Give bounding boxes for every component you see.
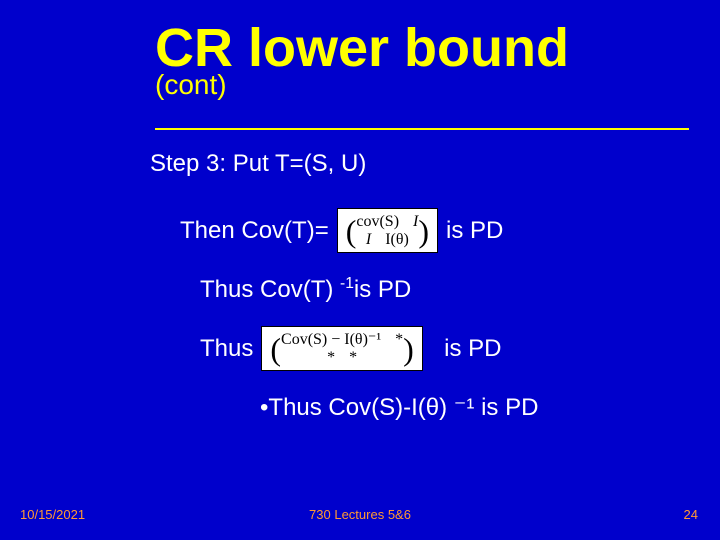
slide: CR lower bound (cont) Step 3: Put T=(S, … [0,0,720,540]
m1-r2c2: I(θ) [385,231,409,249]
bullet-line: •Thus Cov(S)-I(θ) ⁻¹ is PD [260,393,690,422]
footer-page-number: 24 [684,507,698,522]
thus2-prefix: Thus [200,335,253,363]
body-content: Step 3: Put T=(S, U) Then Cov(T)= ( cov(… [150,150,690,444]
step-text: Step 3: Put T=(S, U) [150,150,366,178]
then-prefix: Then Cov(T)= [180,217,329,245]
is-pd-1: is PD [446,217,503,245]
title-underline [155,128,689,130]
title-block: CR lower bound (cont) [155,20,695,99]
footer-center: 730 Lectures 5&6 [0,507,720,522]
thus2-line: Thus ( Cov(S) − I(θ)⁻¹ * * * ) [200,326,690,371]
m2-r1c1: Cov(S) − I(θ)⁻¹ [281,331,381,349]
m1-r2c1: I [366,231,371,249]
thus1-prefix: Thus Cov(T) [200,276,333,304]
thus1-exp: -1 [333,275,354,304]
matrix-2: ( Cov(S) − I(θ)⁻¹ * * * ) [261,326,422,371]
m1-r1c1: cov(S) [356,213,399,231]
matrix-1: ( cov(S) I I I(θ) ) [337,208,438,253]
m2-r1c2: * [395,331,403,349]
m2-r2c1: * [327,349,335,367]
then-line: Then Cov(T)= ( cov(S) I I I(θ) ) [180,208,690,253]
title-line1: CR lower bound [155,20,695,77]
is-pd-2: is PD [444,335,501,363]
m2-r2c2: * [349,349,357,367]
bullet-text: •Thus Cov(S)-I(θ) ⁻¹ is PD [260,393,538,422]
thus1-suffix: is PD [354,276,411,304]
step-line: Step 3: Put T=(S, U) [150,150,690,178]
thus1-line: Thus Cov(T) -1 is PD [200,275,690,304]
